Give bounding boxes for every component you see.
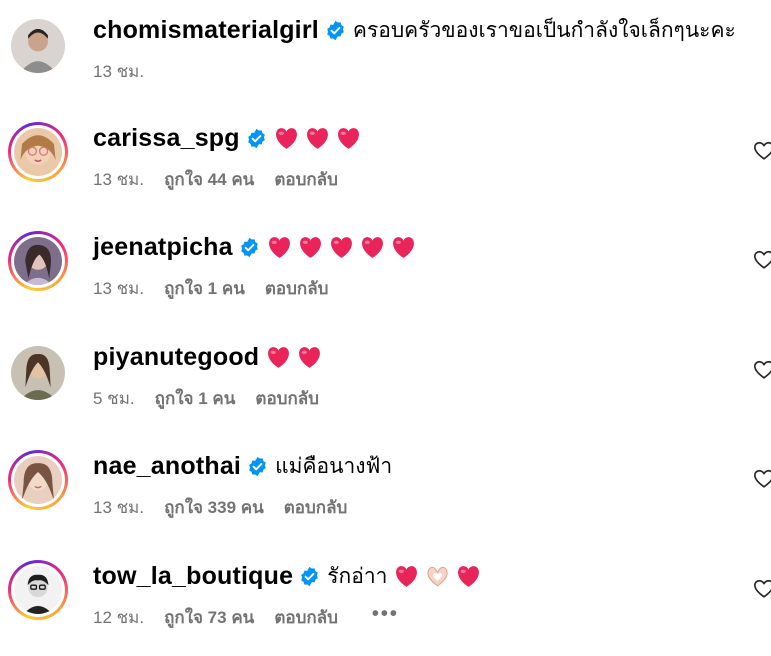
comment-username[interactable]: nae_anothai — [93, 452, 241, 481]
comment-time[interactable]: 5 ชม. — [93, 385, 135, 412]
heart-emoji-icon — [394, 565, 419, 588]
comment-time[interactable]: 13 ชม. — [93, 494, 144, 521]
comment-username[interactable]: tow_la_boutique — [93, 562, 293, 591]
heart-emoji-icon — [336, 127, 361, 150]
comment-item: tow_la_boutique รักอ่าา 12 ชม. ถูกใจ 73 … — [0, 556, 771, 656]
comment-emojis — [274, 127, 361, 150]
reply-button[interactable]: ตอบกลับ — [274, 604, 338, 631]
comment-item: carissa_spg 13 ชม. ถูกใจ 44 คน ตอบกลับ — [0, 118, 771, 218]
comment-emojis — [266, 346, 322, 369]
comment-emojis — [394, 565, 481, 588]
reply-button[interactable]: ตอบกลับ — [255, 385, 319, 412]
heart-emoji-icon — [305, 127, 330, 150]
heart-emoji-icon — [329, 236, 354, 259]
heart-emoji-icon — [360, 236, 385, 259]
comment-likes[interactable]: ถูกใจ 339 คน — [164, 494, 264, 521]
comment-time[interactable]: 12 ชม. — [93, 604, 144, 631]
comment-time[interactable]: 13 ชม. — [93, 275, 144, 302]
heart-outline-icon[interactable] — [753, 140, 771, 162]
comment-text: ครอบครัวของเราขอเป็นกำลังใจเล็กๆนะคะ — [352, 18, 736, 42]
heart-emoji-icon — [456, 565, 481, 588]
heart-emoji-icon — [267, 236, 292, 259]
comment-username[interactable]: carissa_spg — [93, 124, 240, 153]
comment-username[interactable]: piyanutegood — [93, 343, 259, 372]
heart-outline-icon[interactable] — [753, 249, 771, 271]
heart-outline-icon[interactable] — [753, 578, 771, 600]
comment-time[interactable]: 13 ชม. — [93, 58, 144, 85]
comment-item: chomismaterialgirl ครอบครัวของเราขอเป็นก… — [0, 10, 771, 110]
comment-likes[interactable]: ถูกใจ 73 คน — [164, 604, 254, 631]
reply-button[interactable]: ตอบกลับ — [284, 494, 348, 521]
comment-time[interactable]: 13 ชม. — [93, 166, 144, 193]
heart-emoji-icon — [297, 346, 322, 369]
verified-badge-icon — [247, 456, 268, 477]
reply-button[interactable]: ตอบกลับ — [274, 166, 338, 193]
comment-text: รักอ่าา — [327, 564, 388, 588]
heart-emoji-icon — [266, 346, 291, 369]
heart-emoji-icon — [391, 236, 416, 259]
heart-outline-icon[interactable] — [753, 359, 771, 381]
comment-username[interactable]: jeenatpicha — [93, 233, 233, 262]
avatar[interactable] — [8, 450, 68, 510]
comment-likes[interactable]: ถูกใจ 1 คน — [164, 275, 245, 302]
avatar[interactable] — [8, 16, 68, 76]
heart-emoji-icon — [274, 127, 299, 150]
verified-badge-icon — [239, 237, 260, 258]
reply-button[interactable]: ตอบกลับ — [265, 275, 329, 302]
avatar[interactable] — [8, 343, 68, 403]
more-options-button[interactable]: ••• — [372, 603, 399, 626]
verified-badge-icon — [299, 566, 320, 587]
heart-outline-icon[interactable] — [753, 468, 771, 490]
heart-emoji-icon — [298, 236, 323, 259]
verified-badge-icon — [246, 128, 267, 149]
avatar[interactable] — [8, 560, 68, 620]
comment-username[interactable]: chomismaterialgirl — [93, 16, 319, 45]
comment-emojis — [267, 236, 416, 259]
verified-badge-icon — [325, 20, 346, 41]
avatar[interactable] — [8, 122, 68, 182]
heart-hands-emoji-icon — [425, 565, 450, 588]
comment-item: piyanutegood 5 ชม. ถูกใจ 1 คน ตอบกลับ — [0, 337, 771, 437]
comment-likes[interactable]: ถูกใจ 1 คน — [155, 385, 236, 412]
comment-item: jeenatpicha 13 ชม. ถูกใจ 1 คน ตอบกลับ — [0, 227, 771, 327]
comment-text: แม่คือนางฟ้า — [275, 454, 393, 478]
comment-item: nae_anothai แม่คือนางฟ้า 13 ชม. ถูกใจ 33… — [0, 446, 771, 546]
avatar[interactable] — [8, 231, 68, 291]
comment-likes[interactable]: ถูกใจ 44 คน — [164, 166, 254, 193]
